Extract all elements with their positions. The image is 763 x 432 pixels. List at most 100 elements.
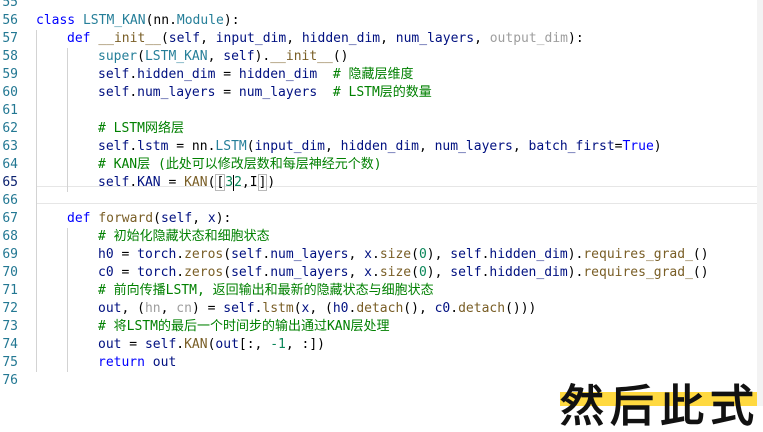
code-line[interactable]: 69 h0 = torch.zeros(self.num_layers, x.si…	[0, 246, 763, 264]
code-token: self	[98, 67, 130, 82]
code-token: = nn.	[168, 139, 216, 154]
code-token: cn	[176, 301, 192, 316]
code-token: ,	[474, 31, 490, 46]
code-token: -1	[270, 337, 286, 352]
code-token: .	[176, 265, 185, 280]
code-token: x	[364, 247, 372, 262]
code-line[interactable]: 61	[0, 102, 763, 120]
code-token: def	[67, 211, 99, 226]
code-token: self	[160, 211, 193, 226]
code-token: LSTM	[215, 139, 247, 154]
code-token: x	[364, 265, 372, 280]
code-token: =	[113, 265, 138, 280]
code-line[interactable]: 74 out = self.KAN(out[:, -1, :])	[0, 336, 763, 354]
line-number: 56	[2, 13, 18, 28]
line-number: 62	[2, 121, 18, 136]
code-line[interactable]: 70 c0 = torch.zeros(self.num_layers, x.si…	[0, 264, 763, 282]
code-token: 0	[418, 247, 427, 262]
code-line[interactable]: 60 self.num_layers = num_layers # LSTM层的数…	[0, 84, 763, 102]
code-token: I	[249, 175, 258, 190]
code-editor[interactable]: 55 56 class LSTM_KAN(nn.Module): 57 def __in…	[0, 0, 763, 406]
line-number: 70	[2, 265, 18, 280]
code-line[interactable]: 62 # LSTM网络层	[0, 120, 763, 138]
code-token: (	[160, 31, 169, 46]
code-token: .	[129, 175, 138, 190]
code-token: requires_grad_	[583, 265, 693, 280]
code-token: ).	[567, 265, 584, 280]
code-line[interactable]: 75 return out	[0, 354, 763, 372]
code-token: Module	[176, 13, 224, 28]
line-number: 71	[2, 283, 18, 298]
code-token: (	[411, 247, 419, 262]
code-line[interactable]: 67 def forward(self, x):	[0, 210, 763, 228]
code-token: (	[293, 301, 302, 316]
code-token: 2	[234, 175, 242, 190]
code-token: __init__	[270, 49, 333, 64]
code-token: ()	[332, 49, 349, 64]
code-token: , :])	[285, 337, 326, 352]
line-number: 58	[2, 49, 18, 64]
code-token: out	[98, 301, 122, 316]
code-token: detach	[356, 301, 404, 316]
code-token: ,	[207, 49, 224, 64]
code-token: lstm	[262, 301, 294, 316]
code-token: .	[129, 85, 138, 100]
code-text: super(LSTM_KAN, self).__init__()	[98, 48, 349, 66]
code-token: .	[176, 337, 185, 352]
code-token: self	[98, 85, 130, 100]
code-line[interactable]: 64 # KAN层 (此处可以修改层数和每层神经元个数)	[0, 156, 763, 174]
code-token: [:,	[238, 337, 271, 352]
code-token: [	[215, 174, 226, 191]
code-token: num_layers	[137, 85, 216, 100]
code-line[interactable]: 59 self.hidden_dim = hidden_dim # 隐藏层维度	[0, 66, 763, 84]
code-text: # 前向传播LSTM, 返回输出和最新的隐藏状态与细胞状态	[98, 282, 434, 300]
code-token: self	[168, 31, 201, 46]
code-line[interactable]: 73 # 将LSTM的最后一个时间步的输出通过KAN层处理	[0, 318, 763, 336]
code-token: ,	[418, 139, 435, 154]
code-token: size	[379, 265, 412, 280]
code-token: =	[215, 85, 239, 100]
code-token: hidden_dim	[489, 247, 568, 262]
code-line[interactable]: 71 # 前向传播LSTM, 返回输出和最新的隐藏状态与细胞状态	[0, 282, 763, 300]
code-line[interactable]: 66	[0, 192, 763, 210]
line-number: 66	[2, 193, 18, 208]
code-token: lstm	[137, 139, 169, 154]
code-line[interactable]: 58 super(LSTM_KAN, self).__init__()	[0, 48, 763, 66]
subtitle-text: 然后此式	[560, 381, 760, 432]
code-token: return	[98, 355, 153, 370]
code-token: class	[36, 13, 83, 28]
code-token: # LSTM网络层	[98, 121, 184, 136]
code-token: x	[207, 211, 216, 226]
code-token: input_dim	[254, 139, 326, 154]
code-line[interactable]: 63 self.lstm = nn.LSTM(input_dim, hidden_…	[0, 138, 763, 156]
code-text: def __init__(self, input_dim, hidden_dim…	[67, 30, 584, 48]
code-token: (	[246, 139, 255, 154]
code-line[interactable]: 56 class LSTM_KAN(nn.Module):	[0, 12, 763, 30]
code-line[interactable]: 57 def __init__(self, input_dim, hidden_d…	[0, 30, 763, 48]
code-token: (	[223, 265, 232, 280]
code-token: 3	[225, 175, 234, 190]
code-token: ,	[348, 247, 365, 262]
code-token: output_dim	[489, 31, 568, 46]
code-text: h0 = torch.zeros(self.num_layers, x.size…	[98, 246, 709, 264]
code-text: self.lstm = nn.LSTM(input_dim, hidden_di…	[98, 138, 662, 156]
code-token: hidden_dim	[238, 67, 318, 82]
code-token: , (	[121, 301, 145, 316]
code-token: =	[215, 67, 239, 82]
scrollbar[interactable]	[757, 0, 763, 406]
code-line[interactable]: 65 self.KAN = KAN([32,I])	[0, 174, 763, 192]
code-token: .	[129, 67, 138, 82]
code-line[interactable]: 72 out, (hn, cn) = self.lstm(x, (h0.detac…	[0, 300, 763, 318]
code-line[interactable]: 68 # 初始化隐藏状态和细胞状态	[0, 228, 763, 246]
line-number: 59	[2, 67, 18, 82]
code-text: self.hidden_dim = hidden_dim # 隐藏层维度	[98, 66, 414, 84]
code-token: num_layers	[270, 247, 349, 262]
code-token: ),	[426, 247, 451, 262]
code-text: def forward(self, x):	[67, 210, 231, 228]
code-token: ,	[241, 175, 250, 190]
code-token: num_layers	[270, 265, 349, 280]
code-token: KAN	[184, 175, 208, 190]
code-line[interactable]: 55	[0, 0, 763, 12]
